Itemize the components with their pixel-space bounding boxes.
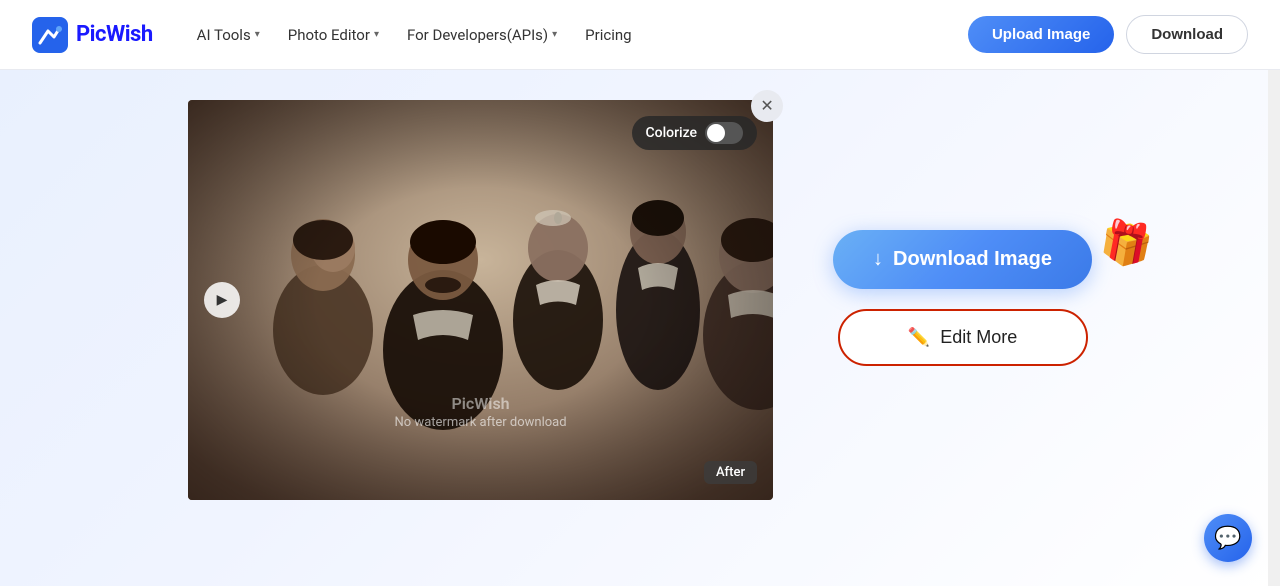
photo-svg <box>188 100 773 500</box>
download-arrow-icon: ↓ <box>873 248 883 271</box>
header: PicWish AI Tools ▾ Photo Editor ▾ For De… <box>0 0 1280 70</box>
nav-pricing[interactable]: Pricing <box>573 18 643 52</box>
image-container: ✕ Colorize <box>188 100 773 500</box>
colorize-toggle-switch[interactable] <box>705 122 743 144</box>
logo-label: PicWish <box>76 22 153 47</box>
photo-wrapper: Colorize <box>188 100 773 500</box>
after-badge: After <box>704 461 757 484</box>
logo-icon <box>32 17 68 53</box>
promo-gift-icon: 🎁 <box>1096 216 1156 273</box>
download-button[interactable]: Download <box>1126 15 1248 54</box>
main-content: ✕ Colorize <box>0 70 1280 530</box>
header-actions: Upload Image Download <box>968 15 1248 54</box>
upload-image-button[interactable]: Upload Image <box>968 16 1114 53</box>
play-button[interactable]: ▶ <box>204 282 240 318</box>
nav-for-developers[interactable]: For Developers(APIs) ▾ <box>395 18 569 52</box>
chat-bubble-button[interactable]: 💬 <box>1204 514 1252 562</box>
right-panel: 🎁 ↓ Download Image ✏️ Edit More <box>833 100 1092 366</box>
colorize-toggle-bar: Colorize <box>632 116 758 150</box>
edit-more-button[interactable]: ✏️ Edit More <box>838 309 1088 366</box>
chevron-down-icon: ▾ <box>552 29 557 40</box>
chevron-down-icon: ▾ <box>255 29 260 40</box>
nav-ai-tools[interactable]: AI Tools ▾ <box>185 18 272 52</box>
photo-image: PicWish No watermark after download Afte… <box>188 100 773 500</box>
main-nav: AI Tools ▾ Photo Editor ▾ For Developers… <box>185 18 968 52</box>
close-button[interactable]: ✕ <box>751 90 783 122</box>
logo[interactable]: PicWish <box>32 17 153 53</box>
download-image-button[interactable]: ↓ Download Image <box>833 230 1092 289</box>
chevron-down-icon: ▾ <box>374 29 379 40</box>
colorize-label: Colorize <box>646 125 698 141</box>
nav-photo-editor[interactable]: Photo Editor ▾ <box>276 18 391 52</box>
chat-icon: 💬 <box>1214 526 1241 551</box>
edit-icon: ✏️ <box>908 327 930 348</box>
